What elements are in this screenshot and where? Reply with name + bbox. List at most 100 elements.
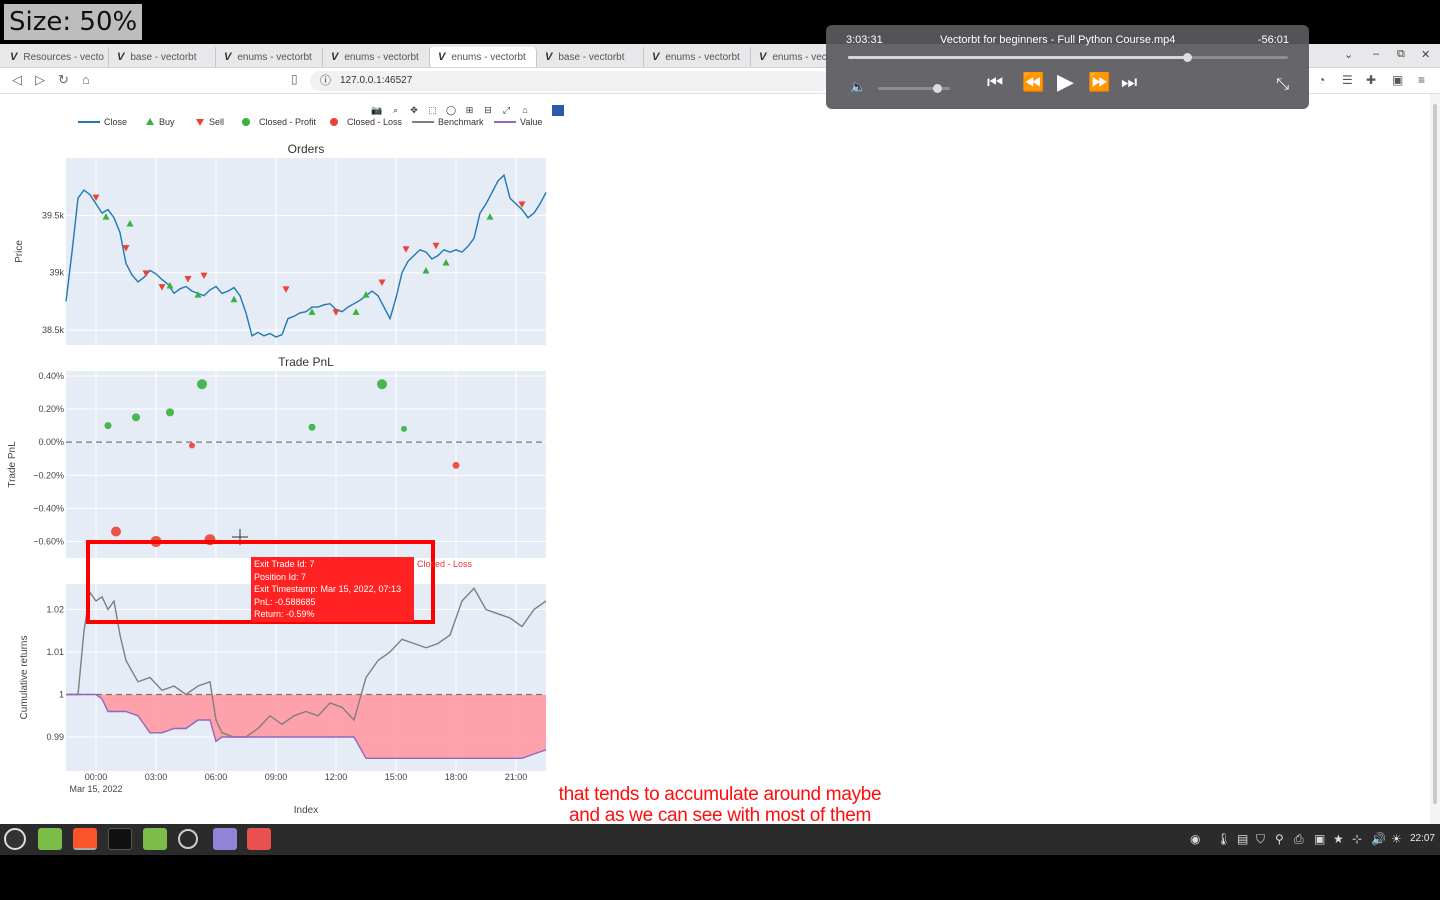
y-tick-label: 0.20% (38, 404, 64, 414)
image-viewer-icon[interactable] (247, 828, 271, 850)
tooltip-line: Return: -0.59% (254, 609, 315, 620)
brightness-icon[interactable]: ☀ (1391, 832, 1402, 846)
reload-icon[interactable]: ↻ (58, 72, 69, 88)
x-tick-sublabel: Mar 15, 2022 (69, 784, 122, 794)
skip-next-icon[interactable]: ⏭ (1121, 72, 1137, 93)
tab-enums[interactable]: Venums - vectorbt (216, 47, 323, 67)
tab-enums-active[interactable]: Venums - vectorbt (430, 47, 537, 67)
tooltip-line: Position Id: 7 (254, 571, 307, 582)
minimize-icon[interactable]: – (1373, 48, 1379, 60)
vectorbt-logo-icon: V (331, 51, 339, 63)
scrollbar-thumb[interactable] (1433, 104, 1437, 804)
reader-icon[interactable]: ☰ (1342, 73, 1353, 87)
rewind-icon[interactable]: ⏪ (1022, 72, 1044, 93)
modebar-icon[interactable]: ⌂ (522, 105, 527, 115)
volume-icon[interactable]: 🔈 (850, 79, 866, 95)
tab-base[interactable]: Vbase - vectorbt (537, 47, 644, 67)
temperature-icon[interactable]: 🌡 (1216, 832, 1231, 846)
vectorbt-logo-icon: V (438, 51, 446, 63)
clipboard-icon[interactable]: ▤ (1237, 832, 1248, 846)
wallet-icon[interactable]: ▣ (1392, 73, 1403, 87)
tab-resources[interactable]: V Resources - vecto (2, 47, 109, 67)
video-progress-bar[interactable] (848, 53, 1288, 62)
modebar-icon[interactable]: ⊟ (484, 105, 492, 115)
files-icon[interactable] (38, 828, 62, 850)
menu-icon[interactable]: ≡ (1418, 73, 1425, 87)
exit-fullscreen-icon[interactable]: ⤡ (1276, 76, 1289, 94)
legend-label: Closed - Loss (347, 117, 403, 127)
x-axis-title: Index (294, 805, 318, 816)
y-tick-label: 1 (59, 690, 64, 700)
page-viewport: Close Buy Sell Closed - Profit Closed - Loss… (0, 94, 1430, 824)
modebar-icon[interactable]: ⤢ (502, 105, 510, 115)
skip-previous-icon[interactable]: ⏮ (987, 72, 1003, 93)
extension-icon[interactable]: ◔ (1318, 73, 1325, 87)
vectorbt-logo-icon: V (759, 51, 767, 63)
y-tick-label: 39k (49, 268, 64, 278)
modebar-icon[interactable]: ⊞ (466, 105, 474, 115)
loss-point (189, 442, 195, 449)
notes-icon[interactable]: ▣ (1314, 832, 1325, 846)
home-icon[interactable]: ⌂ (82, 72, 90, 87)
modebar-icon[interactable]: ⬚ (428, 105, 437, 115)
modebar-icon[interactable]: ◯ (446, 105, 456, 116)
tooltip-line: Exit Trade Id: 7 (254, 559, 315, 569)
forward-icon[interactable]: ▷ (35, 72, 45, 88)
tab-enums[interactable]: Venums - vectorbt (323, 47, 430, 67)
plotly-figure[interactable]: Close Buy Sell Closed - Profit Closed - Loss… (0, 94, 1430, 824)
browser-window: V Resources - vecto Vbase - vectorbt Venu… (0, 44, 1440, 824)
modebar-icon[interactable]: 📷 (371, 105, 382, 115)
obs-icon[interactable]: ◉ (1190, 832, 1200, 846)
video-progress-knob[interactable] (1182, 53, 1192, 62)
y-tick-label: 38.5k (42, 325, 65, 335)
video-elapsed-time: 3:03:31 (846, 34, 883, 46)
tab-base[interactable]: Vbase - vectorbt (109, 47, 216, 67)
y-axis-title: Trade PnL (7, 441, 18, 488)
text-editor-icon[interactable] (213, 828, 237, 850)
maximize-icon[interactable]: ⧉ (1397, 48, 1405, 61)
y-tick-label: 39.5k (42, 210, 65, 220)
bookmark-icon[interactable]: ▯ (291, 72, 298, 86)
x-tick-label: 15:00 (385, 772, 408, 782)
vectorbt-logo-icon: V (652, 51, 660, 63)
printer-icon[interactable]: ⎙ (1294, 832, 1304, 847)
clock-app-icon[interactable] (178, 829, 198, 849)
profit-point (104, 422, 112, 430)
network-icon[interactable]: ⊹ (1352, 832, 1362, 846)
star-icon[interactable]: ★ (1333, 832, 1344, 846)
tooltip-series-name: Closed - Loss (417, 559, 473, 569)
tab-enums[interactable]: Venums - vectorbt (644, 47, 751, 67)
terminal-icon[interactable] (108, 828, 132, 850)
y-axis-title: Cumulative returns (19, 636, 30, 720)
tab-list-chevron-icon[interactable]: ⌄ (1344, 48, 1353, 61)
volume-tray-icon[interactable]: 🔊 (1371, 832, 1386, 846)
back-icon[interactable]: ◁ (12, 72, 22, 88)
brave-browser-icon[interactable] (73, 828, 97, 850)
location-icon[interactable]: ⚲ (1275, 832, 1284, 846)
y-tick-label: 0.40% (38, 371, 64, 381)
plot-area (66, 158, 546, 345)
subplot-title: Trade PnL (278, 355, 334, 369)
play-icon[interactable]: ▶ (1057, 69, 1074, 95)
shield-icon[interactable]: ⛉ (1256, 832, 1265, 847)
legend-swatch-buy (146, 118, 154, 125)
legend-label: Closed - Profit (259, 117, 317, 127)
close-window-icon[interactable]: ✕ (1421, 48, 1430, 61)
start-menu-icon[interactable] (4, 828, 26, 850)
profit-point (401, 425, 407, 432)
folder-icon[interactable] (143, 828, 167, 850)
modebar-icon[interactable]: ⌕ (393, 105, 398, 115)
video-subtitles: that tends to accumulate around maybe an… (520, 784, 920, 826)
volume-knob[interactable] (933, 84, 943, 93)
modebar-icon[interactable]: ✥ (410, 105, 418, 115)
address-bar[interactable]: ⓘ 127.0.0.1:46527 (310, 71, 830, 91)
site-info-icon[interactable]: ⓘ (320, 71, 331, 91)
tab-enums[interactable]: Venums - vect (751, 47, 829, 67)
legend-swatch-circle (330, 118, 338, 126)
puzzle-icon[interactable]: ✚ (1366, 73, 1376, 87)
video-title: Vectorbt for beginners - Full Python Cou… (940, 34, 1176, 46)
fast-forward-icon[interactable]: ⏩ (1088, 72, 1110, 93)
profit-point (308, 423, 316, 431)
volume-slider[interactable] (878, 84, 950, 93)
scrollbar[interactable] (1430, 94, 1440, 824)
